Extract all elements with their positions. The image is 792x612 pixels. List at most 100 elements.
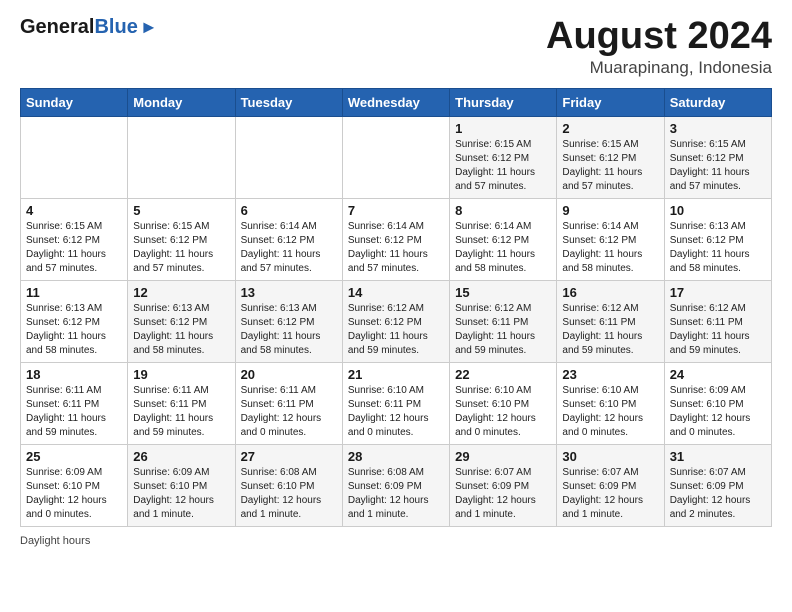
calendar-cell: 21 Sunrise: 6:10 AM Sunset: 6:11 PM Dayli… bbox=[342, 362, 449, 444]
day-number: 28 bbox=[348, 449, 444, 464]
day-info: Sunrise: 6:08 AM Sunset: 6:10 PM Dayligh… bbox=[241, 467, 322, 520]
calendar-cell: 18 Sunrise: 6:11 AM Sunset: 6:11 PM Dayli… bbox=[21, 362, 128, 444]
day-info: Sunrise: 6:10 AM Sunset: 6:10 PM Dayligh… bbox=[562, 385, 643, 438]
day-number: 9 bbox=[562, 203, 658, 218]
calendar-cell: 8 Sunrise: 6:14 AM Sunset: 6:12 PM Daylig… bbox=[450, 198, 557, 280]
calendar-cell: 1 Sunrise: 6:15 AM Sunset: 6:12 PM Daylig… bbox=[450, 116, 557, 198]
calendar-cell: 28 Sunrise: 6:08 AM Sunset: 6:09 PM Dayli… bbox=[342, 444, 449, 526]
day-info: Sunrise: 6:14 AM Sunset: 6:12 PM Dayligh… bbox=[348, 221, 428, 274]
calendar-cell: 7 Sunrise: 6:14 AM Sunset: 6:12 PM Daylig… bbox=[342, 198, 449, 280]
day-info: Sunrise: 6:11 AM Sunset: 6:11 PM Dayligh… bbox=[133, 385, 213, 438]
day-number: 16 bbox=[562, 285, 658, 300]
day-number: 11 bbox=[26, 285, 122, 300]
logo: General Blue ► bbox=[20, 16, 158, 39]
day-of-week-header: Monday bbox=[128, 88, 235, 116]
daylight-label: Daylight hours bbox=[20, 535, 90, 547]
calendar-header-row: SundayMondayTuesdayWednesdayThursdayFrid… bbox=[21, 88, 772, 116]
day-number: 12 bbox=[133, 285, 229, 300]
day-info: Sunrise: 6:15 AM Sunset: 6:12 PM Dayligh… bbox=[26, 221, 106, 274]
calendar-week-row: 25 Sunrise: 6:09 AM Sunset: 6:10 PM Dayli… bbox=[21, 444, 772, 526]
calendar-cell: 19 Sunrise: 6:11 AM Sunset: 6:11 PM Dayli… bbox=[128, 362, 235, 444]
calendar-cell: 31 Sunrise: 6:07 AM Sunset: 6:09 PM Dayli… bbox=[664, 444, 771, 526]
day-number: 14 bbox=[348, 285, 444, 300]
day-info: Sunrise: 6:14 AM Sunset: 6:12 PM Dayligh… bbox=[455, 221, 535, 274]
day-number: 18 bbox=[26, 367, 122, 382]
calendar-cell: 25 Sunrise: 6:09 AM Sunset: 6:10 PM Dayli… bbox=[21, 444, 128, 526]
day-of-week-header: Saturday bbox=[664, 88, 771, 116]
day-info: Sunrise: 6:08 AM Sunset: 6:09 PM Dayligh… bbox=[348, 467, 429, 520]
day-info: Sunrise: 6:15 AM Sunset: 6:12 PM Dayligh… bbox=[562, 139, 642, 192]
day-of-week-header: Friday bbox=[557, 88, 664, 116]
day-info: Sunrise: 6:10 AM Sunset: 6:11 PM Dayligh… bbox=[348, 385, 429, 438]
logo-arrow-icon: ► bbox=[140, 17, 158, 38]
calendar-cell: 15Sunrise: 6:12 AM Sunset: 6:11 PM Dayli… bbox=[450, 280, 557, 362]
day-of-week-header: Tuesday bbox=[235, 88, 342, 116]
day-info: Sunrise: 6:15 AM Sunset: 6:12 PM Dayligh… bbox=[455, 139, 535, 192]
day-info: Sunrise: 6:07 AM Sunset: 6:09 PM Dayligh… bbox=[562, 467, 643, 520]
day-number: 10 bbox=[670, 203, 766, 218]
calendar-cell: 4 Sunrise: 6:15 AM Sunset: 6:12 PM Daylig… bbox=[21, 198, 128, 280]
footer-daylight: Daylight hours bbox=[20, 535, 90, 547]
day-info: Sunrise: 6:11 AM Sunset: 6:11 PM Dayligh… bbox=[26, 385, 106, 438]
day-info: Sunrise: 6:14 AM Sunset: 6:12 PM Dayligh… bbox=[562, 221, 642, 274]
day-number: 8 bbox=[455, 203, 551, 218]
day-number: 3 bbox=[670, 121, 766, 136]
day-info: Sunrise: 6:10 AM Sunset: 6:10 PM Dayligh… bbox=[455, 385, 536, 438]
day-info: Sunrise: 6:12 AM Sunset: 6:11 PM Dayligh… bbox=[562, 303, 642, 356]
calendar-cell: 9 Sunrise: 6:14 AM Sunset: 6:12 PM Daylig… bbox=[557, 198, 664, 280]
calendar-cell: 29Sunrise: 6:07 AM Sunset: 6:09 PM Dayli… bbox=[450, 444, 557, 526]
day-number: 21 bbox=[348, 367, 444, 382]
calendar-cell: 16 Sunrise: 6:12 AM Sunset: 6:11 PM Dayli… bbox=[557, 280, 664, 362]
day-number: 15 bbox=[455, 285, 551, 300]
day-info: Sunrise: 6:11 AM Sunset: 6:11 PM Dayligh… bbox=[241, 385, 322, 438]
calendar-table: SundayMondayTuesdayWednesdayThursdayFrid… bbox=[20, 88, 772, 527]
day-number: 20 bbox=[241, 367, 337, 382]
day-of-week-header: Sunday bbox=[21, 88, 128, 116]
day-info: Sunrise: 6:15 AM Sunset: 6:12 PM Dayligh… bbox=[670, 139, 750, 192]
page-header: General Blue ► August 2024 Muarapinang, … bbox=[20, 16, 772, 78]
day-number: 23 bbox=[562, 367, 658, 382]
day-info: Sunrise: 6:07 AM Sunset: 6:09 PM Dayligh… bbox=[670, 467, 751, 520]
calendar-cell: 22Sunrise: 6:10 AM Sunset: 6:10 PM Dayli… bbox=[450, 362, 557, 444]
calendar-cell bbox=[235, 116, 342, 198]
day-info: Sunrise: 6:12 AM Sunset: 6:11 PM Dayligh… bbox=[670, 303, 750, 356]
calendar-cell: 6 Sunrise: 6:14 AM Sunset: 6:12 PM Daylig… bbox=[235, 198, 342, 280]
day-number: 1 bbox=[455, 121, 551, 136]
day-number: 2 bbox=[562, 121, 658, 136]
logo-blue-text: Blue bbox=[94, 16, 137, 39]
calendar-cell: 13 Sunrise: 6:13 AM Sunset: 6:12 PM Dayli… bbox=[235, 280, 342, 362]
calendar-cell: 20 Sunrise: 6:11 AM Sunset: 6:11 PM Dayli… bbox=[235, 362, 342, 444]
calendar-week-row: 18 Sunrise: 6:11 AM Sunset: 6:11 PM Dayli… bbox=[21, 362, 772, 444]
calendar-cell: 26Sunrise: 6:09 AM Sunset: 6:10 PM Dayli… bbox=[128, 444, 235, 526]
calendar-week-row: 1 Sunrise: 6:15 AM Sunset: 6:12 PM Daylig… bbox=[21, 116, 772, 198]
title-block: August 2024 Muarapinang, Indonesia bbox=[546, 16, 772, 78]
calendar-cell: 27 Sunrise: 6:08 AM Sunset: 6:10 PM Dayli… bbox=[235, 444, 342, 526]
day-number: 13 bbox=[241, 285, 337, 300]
calendar-cell bbox=[128, 116, 235, 198]
calendar-cell: 11 Sunrise: 6:13 AM Sunset: 6:12 PM Dayli… bbox=[21, 280, 128, 362]
day-number: 19 bbox=[133, 367, 229, 382]
calendar-cell: 24Sunrise: 6:09 AM Sunset: 6:10 PM Dayli… bbox=[664, 362, 771, 444]
calendar-cell: 23 Sunrise: 6:10 AM Sunset: 6:10 PM Dayli… bbox=[557, 362, 664, 444]
calendar-cell: 12Sunrise: 6:13 AM Sunset: 6:12 PM Dayli… bbox=[128, 280, 235, 362]
calendar-cell bbox=[342, 116, 449, 198]
day-number: 27 bbox=[241, 449, 337, 464]
day-number: 4 bbox=[26, 203, 122, 218]
day-number: 24 bbox=[670, 367, 766, 382]
day-info: Sunrise: 6:14 AM Sunset: 6:12 PM Dayligh… bbox=[241, 221, 321, 274]
day-info: Sunrise: 6:13 AM Sunset: 6:12 PM Dayligh… bbox=[26, 303, 106, 356]
day-info: Sunrise: 6:13 AM Sunset: 6:12 PM Dayligh… bbox=[241, 303, 321, 356]
footer: Daylight hours bbox=[20, 535, 772, 547]
day-info: Sunrise: 6:12 AM Sunset: 6:12 PM Dayligh… bbox=[348, 303, 428, 356]
day-info: Sunrise: 6:13 AM Sunset: 6:12 PM Dayligh… bbox=[670, 221, 750, 274]
day-number: 26 bbox=[133, 449, 229, 464]
day-info: Sunrise: 6:09 AM Sunset: 6:10 PM Dayligh… bbox=[26, 467, 107, 520]
day-info: Sunrise: 6:15 AM Sunset: 6:12 PM Dayligh… bbox=[133, 221, 213, 274]
calendar-cell: 30Sunrise: 6:07 AM Sunset: 6:09 PM Dayli… bbox=[557, 444, 664, 526]
day-number: 7 bbox=[348, 203, 444, 218]
day-number: 25 bbox=[26, 449, 122, 464]
day-of-week-header: Wednesday bbox=[342, 88, 449, 116]
day-number: 6 bbox=[241, 203, 337, 218]
page-title: August 2024 bbox=[546, 16, 772, 58]
day-number: 31 bbox=[670, 449, 766, 464]
